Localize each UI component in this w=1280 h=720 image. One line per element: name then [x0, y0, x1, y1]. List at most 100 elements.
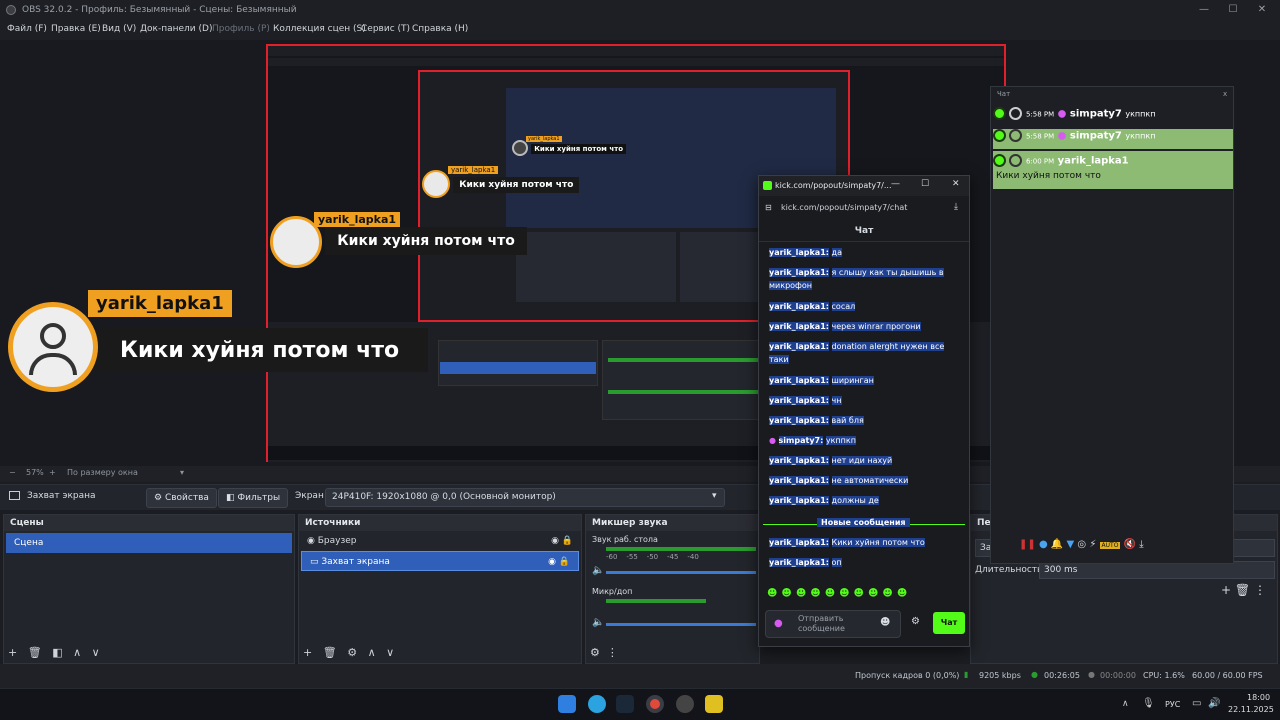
menu-tools[interactable]: Сервис (T): [361, 24, 410, 34]
chat-messages: yarik_lapka1: да yarik_lapka1: я слышу к…: [759, 246, 969, 576]
app-icon[interactable]: [705, 695, 723, 713]
chrome-icon[interactable]: [646, 695, 664, 713]
dropped-frames: Пропуск кадров 0 (0,0%): [855, 671, 960, 680]
mic-icon: ●: [769, 436, 776, 445]
volume-tray-icon[interactable]: 🔊: [1208, 698, 1220, 709]
download-icon[interactable]: ⤓: [954, 202, 958, 212]
move-up-icon[interactable]: ∧: [73, 646, 81, 659]
menu-profile[interactable]: Профиль (P): [212, 24, 270, 34]
menu-edit[interactable]: Правка (E): [51, 24, 101, 34]
bell-icon[interactable]: 🔔: [1051, 539, 1063, 550]
volume-slider[interactable]: [606, 623, 756, 626]
trash-icon[interactable]: 🗑: [1235, 583, 1250, 597]
volume-icon[interactable]: 🔈: [592, 565, 604, 576]
menu-dots-icon[interactable]: ⋮: [607, 646, 618, 659]
windows-start-icon[interactable]: [558, 695, 576, 713]
overlay-big-name: yarik_lapka1: [88, 290, 232, 317]
network-icon[interactable]: ▭: [1192, 698, 1201, 709]
screen-select[interactable]: 24P410F: 1920x1080 @ 0,0 (Основной монит…: [325, 488, 725, 507]
trash-icon[interactable]: 🗑: [323, 646, 337, 659]
obs-icon[interactable]: [676, 695, 694, 713]
scenes-dock: Сцены Сцена + 🗑 ◧ ∧ ∨: [3, 514, 295, 664]
menu-dots-icon[interactable]: ⋮: [1254, 583, 1266, 597]
mic-icon: ●: [1057, 108, 1067, 120]
clock-time[interactable]: 18:00: [1247, 693, 1270, 702]
overlay-mid: yarik_lapka1 Кики хуйня потом что: [270, 212, 527, 268]
zoom-fit-select[interactable]: По размеру окна: [67, 468, 138, 477]
maximize-icon[interactable]: ☐: [921, 179, 929, 189]
mic-tray-icon[interactable]: 🎙: [1142, 698, 1155, 709]
settings-icon[interactable]: ◎: [1077, 539, 1086, 550]
monitor-icon: ▭: [310, 557, 319, 567]
auto-badge[interactable]: AUTO: [1099, 542, 1121, 549]
telegram-icon[interactable]: [588, 695, 606, 713]
mute-icon[interactable]: 🔇: [1124, 539, 1136, 550]
globe-icon: ◉: [307, 536, 315, 546]
obs-app-icon: [6, 5, 16, 15]
source-item-capture[interactable]: ▭ Захват экрана ◉ 🔒: [301, 551, 579, 571]
overlay-small-text: Кики хуйня потом что: [453, 177, 580, 193]
menu-docks[interactable]: Док-панели (D): [140, 24, 212, 34]
message-placeholder: Отправить сообщение: [798, 614, 845, 633]
filter-icon[interactable]: ▼: [1067, 539, 1075, 550]
overlay-small-name: yarik_lapka1: [448, 166, 499, 174]
add-source-button[interactable]: +: [303, 646, 312, 659]
zoom-out-button[interactable]: −: [9, 468, 16, 477]
chat-message: yarik_lapka1: оп: [769, 558, 842, 567]
source-item-browser[interactable]: ◉ Браузер ◉ 🔒: [299, 531, 581, 551]
chat-message: yarik_lapka1: нет иди нахуй: [769, 456, 893, 465]
download-icon[interactable]: ⤓: [1139, 539, 1143, 550]
move-down-icon[interactable]: ∨: [386, 646, 394, 659]
language-indicator[interactable]: РУС: [1165, 700, 1180, 709]
send-chat-button[interactable]: Чат: [933, 612, 965, 634]
close-icon[interactable]: x: [1223, 90, 1227, 98]
menu-view[interactable]: Вид (V): [102, 24, 136, 34]
stream-icon: ●: [1031, 670, 1038, 679]
zoom-in-button[interactable]: +: [49, 468, 56, 477]
gear-icon[interactable]: ⚙: [911, 616, 920, 627]
filter-icon[interactable]: ◧: [52, 646, 62, 659]
gear-icon[interactable]: ⚙: [347, 646, 357, 659]
chat-bubble-icon[interactable]: ●: [1039, 539, 1048, 550]
scene-item[interactable]: Сцена: [6, 533, 292, 553]
menu-file[interactable]: Файл (F): [7, 24, 47, 34]
status-bar: Пропуск кадров 0 (0,0%) ▮ 9205 kbps ● 00…: [0, 664, 1280, 688]
message-input[interactable]: ● Отправить сообщение ☻: [765, 610, 901, 638]
tray-chevron-up-icon[interactable]: ∧: [1122, 699, 1129, 709]
properties-button[interactable]: ⚙ Свойства: [146, 488, 217, 508]
volume-slider[interactable]: [606, 571, 756, 574]
filters-button[interactable]: ◧ Фильтры: [218, 488, 289, 508]
chat-row: 5:58 PM ● simpaty7 укппкп: [993, 107, 1233, 127]
minimize-icon[interactable]: —: [1198, 4, 1210, 16]
chevron-down-icon[interactable]: ▾: [712, 491, 717, 501]
mixer-dock: Микшер звука Звук раб. стола -60 -55 -50…: [585, 514, 760, 664]
eye-icon[interactable]: ◉ 🔒: [548, 552, 570, 572]
emoji-icon[interactable]: ☻: [880, 617, 890, 628]
emote-bar[interactable]: ☻☻☻☻☻☻☻☻☻☻: [767, 588, 967, 599]
clock-date[interactable]: 22.11.2025: [1228, 705, 1274, 714]
trash-icon[interactable]: 🗑: [28, 646, 42, 659]
gear-icon[interactable]: ⚙: [590, 646, 600, 659]
chevron-down-icon[interactable]: ▾: [180, 468, 184, 477]
user-icon: [1009, 129, 1023, 142]
pause-icon[interactable]: ❚❚: [1019, 539, 1036, 550]
kick-icon: [993, 107, 1006, 120]
eye-icon[interactable]: ◉ 🔒: [551, 531, 573, 551]
overlay-big: yarik_lapka1 Кики хуйня потом что: [8, 290, 438, 392]
move-down-icon[interactable]: ∨: [92, 646, 100, 659]
steam-icon[interactable]: [616, 695, 634, 713]
maximize-icon[interactable]: ☐: [1227, 4, 1239, 16]
fps: 60.00 / 60.00 FPS: [1192, 671, 1263, 680]
close-icon[interactable]: ✕: [1256, 4, 1268, 16]
add-transition-button[interactable]: +: [1221, 583, 1231, 597]
minimize-icon[interactable]: —: [891, 179, 900, 189]
menu-scene-collection[interactable]: Коллекция сцен (S): [273, 24, 366, 34]
volume-icon[interactable]: 🔈: [592, 617, 604, 628]
site-settings-icon[interactable]: ⊟: [765, 203, 772, 212]
broom-icon[interactable]: ⚡: [1089, 539, 1096, 550]
move-up-icon[interactable]: ∧: [368, 646, 376, 659]
chat-url[interactable]: kick.com/popout/simpaty7/chat: [781, 203, 907, 212]
add-scene-button[interactable]: +: [8, 646, 17, 659]
menu-help[interactable]: Справка (H): [412, 24, 468, 34]
close-icon[interactable]: ✕: [952, 179, 960, 189]
